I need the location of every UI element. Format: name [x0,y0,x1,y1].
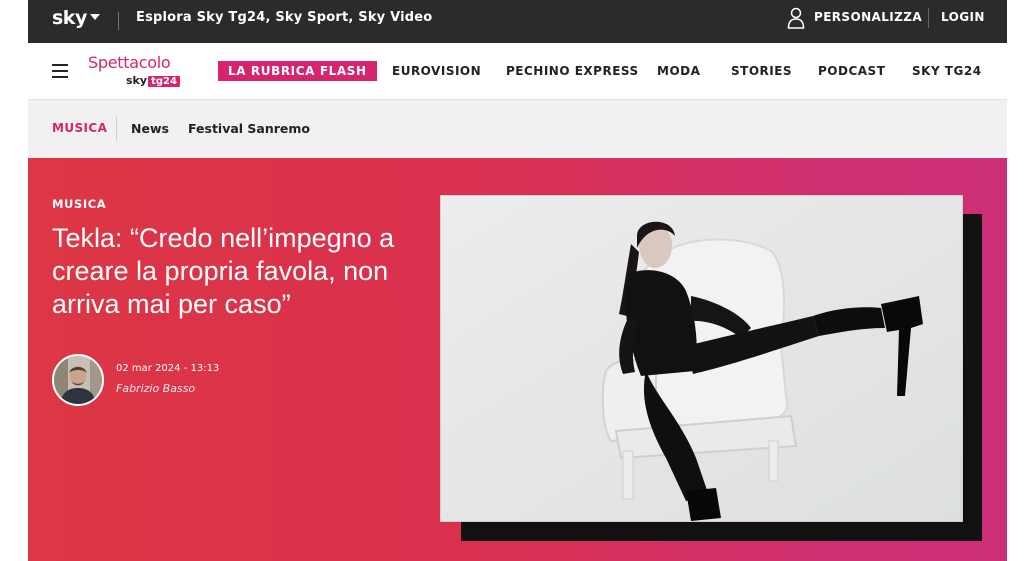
hamburger-menu-icon[interactable] [52,64,68,78]
personalize-button[interactable]: PERSONALIZZA [814,10,922,24]
brand-name: Spettacolo [88,53,171,72]
page: sky Esplora Sky Tg24, Sky Sport, Sky Vid… [28,0,1007,561]
divider [118,12,119,30]
article-author[interactable]: Fabrizio Basso [116,382,195,395]
nav-item-pechino-express[interactable]: PECHINO EXPRESS [506,64,639,78]
brand-sky: sky [126,74,148,87]
spettacolo-logo[interactable]: Spettacolo sky tg24 [88,53,180,87]
author-photo [54,356,102,404]
nav-item-podcast[interactable]: PODCAST [818,64,885,78]
main-nav: Spettacolo sky tg24 LA RUBRICA FLASH EURO… [28,43,1007,100]
brand-tg24-badge: tg24 [148,76,180,87]
chevron-down-icon[interactable] [90,14,100,20]
sky-logo[interactable]: sky [52,7,87,29]
section-subnav: MUSICA News Festival Sanremo [28,100,1007,158]
article-date: 02 mar 2024 - 13:13 [116,363,220,374]
subnav-item-news[interactable]: News [131,121,169,136]
user-icon[interactable] [787,7,805,29]
article-hero: MUSICA Tekla: “Credo nell’impegno a crea… [28,158,1007,561]
nav-item-stories[interactable]: STORIES [731,64,792,78]
nav-item-sky-tg24[interactable]: SKY TG24 [912,64,982,78]
article-title: Tekla: “Credo nell’impegno a creare la p… [52,223,395,319]
hero-photo-illustration [441,196,962,521]
top-bar: sky Esplora Sky Tg24, Sky Sport, Sky Vid… [28,0,1007,43]
explore-sky-link[interactable]: Esplora Sky Tg24, Sky Sport, Sky Video [136,10,432,25]
nav-item-moda[interactable]: MODA [657,64,700,78]
subnav-item-festival-sanremo[interactable]: Festival Sanremo [188,121,310,136]
divider [116,117,117,141]
article-category[interactable]: MUSICA [52,197,106,211]
login-button[interactable]: LOGIN [941,10,985,24]
divider [928,8,929,28]
author-avatar[interactable] [52,354,104,406]
brand-sub: sky tg24 [126,74,180,87]
rubrica-flash-link[interactable]: LA RUBRICA FLASH [218,61,377,81]
nav-item-eurovision[interactable]: EUROVISION [392,64,481,78]
article-hero-image[interactable] [440,195,963,522]
subnav-item-musica[interactable]: MUSICA [52,121,107,135]
